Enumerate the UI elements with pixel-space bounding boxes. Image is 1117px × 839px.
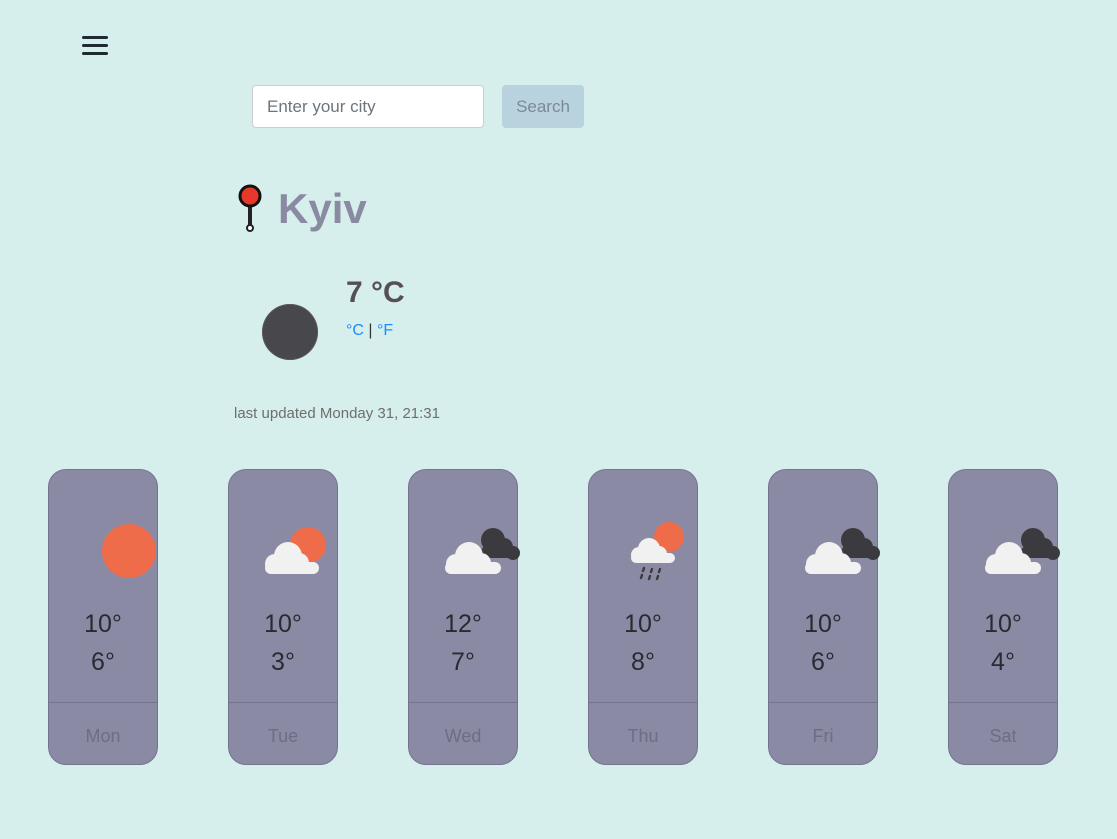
celsius-link[interactable]: °C xyxy=(346,322,364,339)
unit-separator: | xyxy=(368,322,373,339)
night-moon-icon xyxy=(262,304,318,360)
card-divider xyxy=(769,702,877,703)
cloudy-icon xyxy=(805,528,880,574)
forecast-card-sat[interactable]: 10° 4° Sat xyxy=(948,469,1060,765)
forecast-low: 7° xyxy=(451,648,475,676)
search-button[interactable]: Search xyxy=(502,85,584,128)
forecast-high: 12° xyxy=(444,610,482,638)
forecast-day-label: Wed xyxy=(444,726,482,746)
cloudy-icon xyxy=(445,528,520,574)
card-divider xyxy=(589,702,697,703)
menu-line xyxy=(82,35,108,39)
location-header: Kyiv xyxy=(236,184,367,234)
forecast-card-thu[interactable]: 10° 8° Thu xyxy=(588,469,698,765)
rain-sun-icon xyxy=(631,522,684,581)
forecast-card-mon[interactable]: 10° 6° Mon xyxy=(48,469,158,765)
forecast-high: 10° xyxy=(624,610,662,638)
card-divider xyxy=(49,702,157,703)
card-divider xyxy=(949,702,1057,703)
forecast-low: 8° xyxy=(631,648,655,676)
forecast-card-fri[interactable]: 10° 6° Fri xyxy=(768,469,880,765)
map-pin-icon xyxy=(238,184,262,232)
forecast-low: 3° xyxy=(271,648,295,676)
forecast-day-label: Tue xyxy=(267,726,299,746)
forecast-day-label: Sat xyxy=(989,726,1017,746)
fahrenheit-link[interactable]: °F xyxy=(377,322,393,339)
unit-toggle: °C | °F xyxy=(346,322,393,340)
current-temperature: 7 °C xyxy=(346,276,405,309)
forecast-high: 10° xyxy=(84,610,122,638)
partly-sunny-icon xyxy=(265,527,326,574)
cloudy-icon xyxy=(985,528,1060,574)
hamburger-menu-icon[interactable] xyxy=(78,28,112,62)
forecast-high: 10° xyxy=(984,610,1022,638)
card-divider xyxy=(229,702,337,703)
forecast-low: 6° xyxy=(811,648,835,676)
forecast-card-wed[interactable]: 12° 7° Wed xyxy=(408,469,520,765)
forecast-card-tue[interactable]: 10° 3° Tue xyxy=(228,469,338,765)
forecast-high: 10° xyxy=(264,610,302,638)
city-name: Kyiv xyxy=(278,185,367,232)
forecast-low: 4° xyxy=(991,648,1015,676)
city-search-input[interactable] xyxy=(252,85,484,128)
forecast-day-label: Mon xyxy=(85,726,121,746)
card-divider xyxy=(409,702,517,703)
forecast-day-label: Thu xyxy=(627,726,659,746)
menu-line xyxy=(82,51,108,55)
forecast-high: 10° xyxy=(804,610,842,638)
menu-line xyxy=(82,43,108,47)
forecast-row: 10° 6° Mon 10° 3° Tue 12° 7° Wed 10° 8° … xyxy=(48,469,1060,765)
forecast-low: 6° xyxy=(91,648,115,676)
sun-icon xyxy=(102,524,156,578)
forecast-day-label: Fri xyxy=(812,726,834,746)
last-updated-text: last updated Monday 31, 21:31 xyxy=(234,405,440,422)
